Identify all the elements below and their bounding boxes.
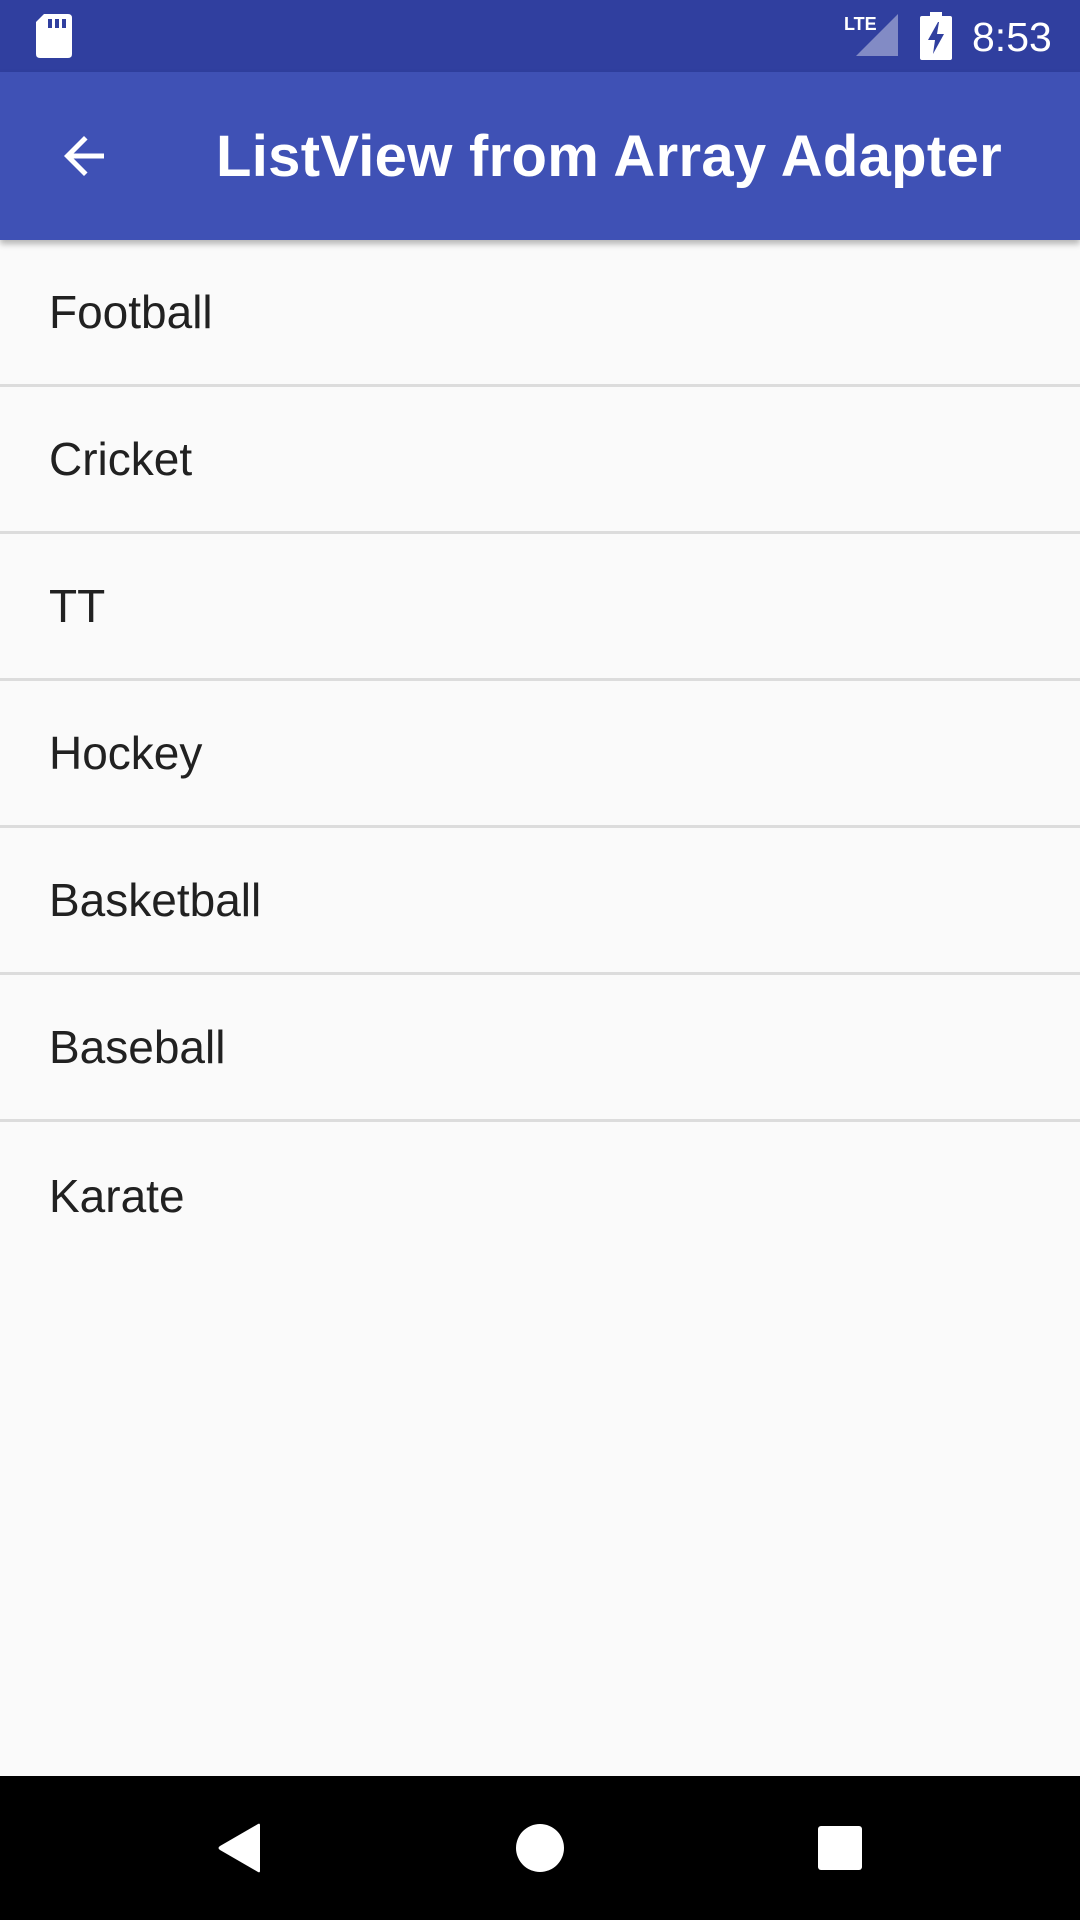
battery-charging-icon — [920, 12, 952, 60]
page-title: ListView from Array Adapter — [216, 124, 1002, 189]
status-time: 8:53 — [972, 14, 1052, 60]
list-item[interactable]: Karate — [0, 1122, 1080, 1269]
list-item[interactable]: Hockey — [0, 681, 1080, 828]
home-circle-icon — [516, 1824, 564, 1872]
list-item-label: Hockey — [49, 727, 203, 779]
list-item-label: Baseball — [49, 1021, 226, 1073]
list-item-label: Karate — [49, 1169, 185, 1222]
list-item-label: TT — [49, 580, 106, 632]
list-item[interactable]: Football — [0, 240, 1080, 387]
list-item-label: Cricket — [49, 433, 193, 485]
sports-list: Football Cricket TT Hockey Basketball Ba… — [0, 240, 1080, 1269]
sd-card-icon — [36, 14, 72, 58]
list-item[interactable]: Basketball — [0, 828, 1080, 975]
nav-recents-button[interactable] — [790, 1798, 890, 1898]
back-button[interactable] — [28, 100, 140, 212]
list-item[interactable]: TT — [0, 534, 1080, 681]
navigation-bar — [0, 1776, 1080, 1920]
status-bar: LTE 8:53 — [0, 0, 1080, 72]
nav-back-button[interactable] — [190, 1798, 290, 1898]
list-item[interactable]: Cricket — [0, 387, 1080, 534]
svg-text:LTE: LTE — [844, 14, 877, 34]
nav-home-button[interactable] — [490, 1798, 590, 1898]
list-item-label: Football — [49, 286, 213, 338]
recents-square-icon — [818, 1826, 862, 1870]
list-item[interactable]: Baseball — [0, 975, 1080, 1122]
arrow-back-icon — [64, 136, 104, 176]
app-bar: ListView from Array Adapter — [0, 72, 1080, 240]
list-item-label: Basketball — [49, 874, 262, 926]
back-triangle-icon — [218, 1823, 260, 1873]
lte-signal-icon: LTE — [844, 14, 898, 56]
